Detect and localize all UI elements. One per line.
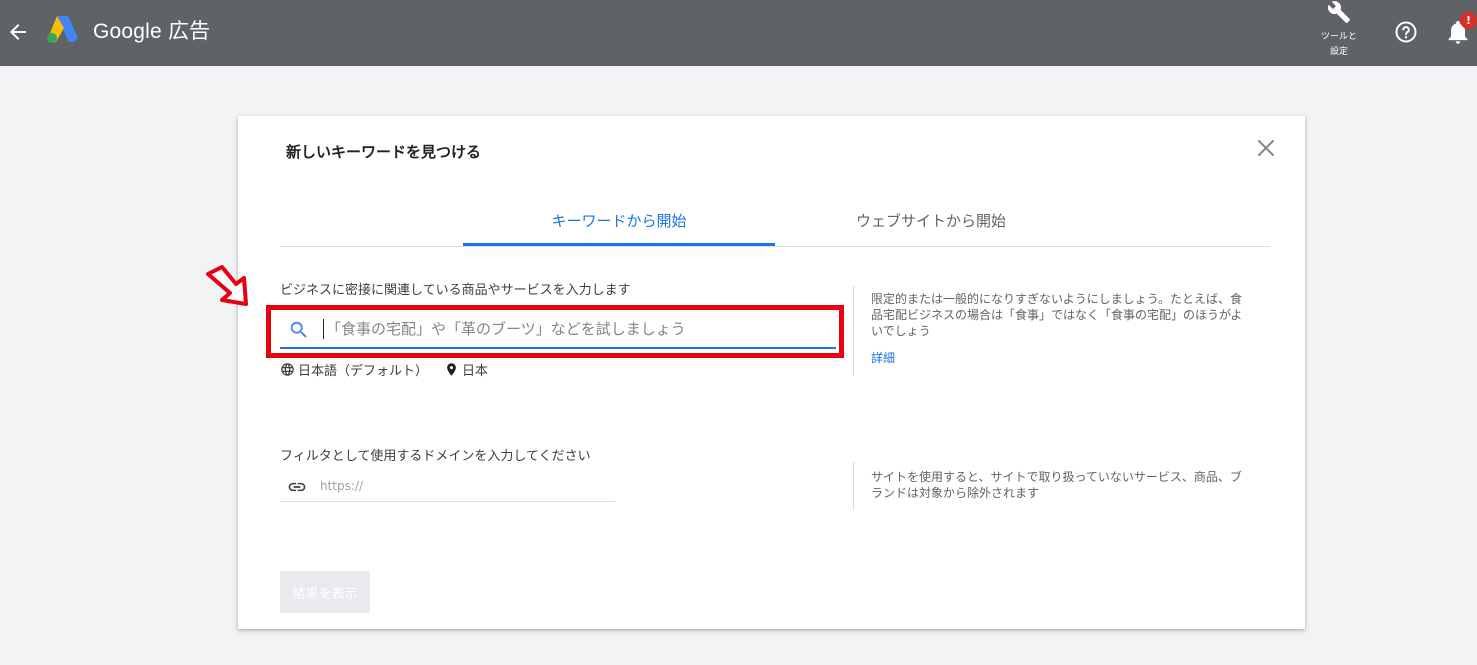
location-value: 日本: [462, 364, 489, 379]
notification-badge: !: [1460, 12, 1477, 29]
globe-icon: [281, 363, 294, 376]
dialog-title: 新しいキーワードを見つける: [286, 143, 482, 161]
show-results-button[interactable]: 結果を表示: [280, 571, 370, 613]
tools-label-line2: 設定: [1329, 47, 1348, 57]
active-tab-indicator: [463, 243, 775, 246]
back-arrow-icon[interactable]: [6, 18, 30, 46]
search-icon: [290, 321, 307, 338]
domain-input-label: フィルタとして使用するドメインを入力してください: [280, 449, 591, 464]
keyword-input-label: ビジネスに密接に関連している商品やサービスを入力します: [280, 283, 631, 298]
top-bar: Google 広告 ツールと 設定 !: [0, 0, 1477, 66]
tabs-divider: [280, 246, 1270, 247]
hint-divider: [853, 462, 854, 510]
tab-start-with-website[interactable]: ウェブサイトから開始: [775, 210, 1087, 231]
keyword-input[interactable]: [326, 315, 826, 343]
brand-title: Google 広告: [93, 20, 211, 43]
close-icon[interactable]: [1256, 138, 1276, 158]
location-setting[interactable]: 日本: [444, 360, 488, 379]
domain-hint: サイトを使用すると、サイトで取り扱っていないサービス、商品、ブランドは対象から除…: [871, 470, 1242, 500]
location-pin-icon: [447, 363, 456, 376]
tools-label-line1: ツールと: [1320, 32, 1357, 42]
keyword-hint: 限定的または一般的になりすぎないようにしましょう。たとえば、食品宅配ビジネスの場…: [871, 292, 1243, 338]
learn-more-link[interactable]: 詳細: [871, 349, 895, 366]
keyword-planner-dialog: 新しいキーワードを見つける キーワードから開始 ウェブサイトから開始 ビジネスに…: [206, 116, 1305, 629]
tab-start-with-keywords[interactable]: キーワードから開始: [463, 210, 775, 231]
domain-input[interactable]: [320, 474, 600, 498]
link-icon: [288, 482, 306, 492]
language-value: 日本語（デフォルト）: [298, 364, 429, 379]
hint-divider: [853, 286, 854, 376]
domain-field[interactable]: [280, 472, 615, 502]
help-icon[interactable]: [1394, 20, 1418, 44]
keyword-search-field[interactable]: [280, 311, 836, 349]
language-setting[interactable]: 日本語（デフォルト）: [280, 360, 428, 379]
text-caret: [323, 319, 324, 339]
google-ads-logo: [47, 16, 78, 43]
wrench-icon: [1327, 1, 1350, 24]
pointer-arrow-icon: [206, 265, 248, 306]
targeting-settings: 日本語（デフォルト） 日本: [280, 360, 488, 379]
tools-settings-button[interactable]: ツールと 設定: [1312, 0, 1366, 66]
